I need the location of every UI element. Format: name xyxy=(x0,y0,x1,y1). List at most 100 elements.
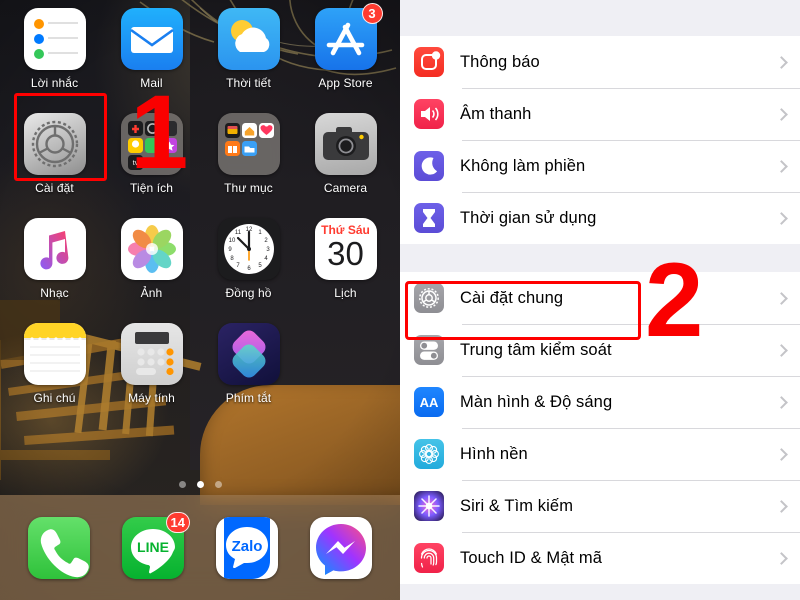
settings-row-screen-time[interactable]: Thời gian sử dụng xyxy=(400,192,800,244)
settings-group-two: Cài đặt chung Trung tâm kiểm soát AA Màn… xyxy=(400,272,800,584)
app-calculator[interactable]: Máy tính xyxy=(103,323,200,418)
app-label: Thời tiết xyxy=(226,76,271,90)
notifications-icon xyxy=(414,47,444,77)
sound-speaker-icon xyxy=(414,99,444,129)
ios-settings-screen: Thông báo Âm thanh Không làm phiền Thời … xyxy=(400,0,800,600)
chevron-right-icon xyxy=(775,343,788,357)
app-label: Thư mục xyxy=(224,181,273,195)
dock-app-messenger[interactable] xyxy=(310,516,372,579)
settings-row-sounds[interactable]: Âm thanh xyxy=(400,88,800,140)
chevron-right-icon xyxy=(775,107,788,121)
settings-row-do-not-disturb[interactable]: Không làm phiền xyxy=(400,140,800,192)
page-dot[interactable] xyxy=(214,481,222,488)
settings-row-label: Màn hình & Độ sáng xyxy=(460,392,613,411)
music-note-icon xyxy=(23,218,86,280)
chevron-right-icon xyxy=(775,55,788,69)
app-label: Ảnh xyxy=(140,286,163,300)
settings-row-touch-id-passcode[interactable]: Touch ID & Mật mã xyxy=(400,532,800,584)
app-notes[interactable]: Ghi chú xyxy=(6,323,103,418)
app-app-store[interactable]: 3 App Store xyxy=(297,3,394,103)
clock-icon: 12 1 2 345 678 9 10 11 xyxy=(217,218,280,280)
svg-text:Zalo: Zalo xyxy=(232,538,263,555)
settings-row-label: Không làm phiền xyxy=(460,156,586,175)
photos-flower-icon xyxy=(120,218,183,280)
app-label: App Store xyxy=(318,76,373,90)
mail-icon xyxy=(120,8,183,70)
app-music[interactable]: Nhạc xyxy=(6,218,103,313)
app-label: Máy tính xyxy=(128,391,175,405)
dock-app-phone[interactable] xyxy=(28,516,90,579)
app-grid: Lời nhắc Mail Thời tiết 3 App Store Cài … xyxy=(0,3,400,418)
dock: LINE 14 Zalo xyxy=(0,495,400,600)
messenger-icon xyxy=(310,516,372,579)
settings-row-label: Touch ID & Mật mã xyxy=(460,548,602,567)
app-camera[interactable]: Camera xyxy=(297,113,394,208)
app-label: Phím tắt xyxy=(225,391,272,405)
screen-time-hourglass-icon xyxy=(414,203,444,233)
app-shortcuts[interactable]: Phím tắt xyxy=(200,323,297,418)
calendar-day: 30 xyxy=(327,235,364,272)
settings-row-label: Thông báo xyxy=(460,52,540,71)
settings-row-notifications[interactable]: Thông báo xyxy=(400,36,800,88)
settings-row-general[interactable]: Cài đặt chung xyxy=(400,272,800,324)
aa-glyph: AA xyxy=(419,394,439,410)
chevron-right-icon xyxy=(775,211,788,225)
app-label: Nhạc xyxy=(40,286,69,300)
app-weather[interactable]: Thời tiết xyxy=(200,8,297,103)
chevron-right-icon xyxy=(775,159,788,173)
do-not-disturb-moon-icon xyxy=(414,151,444,181)
app-label: Đồng hồ xyxy=(225,286,272,300)
chevron-right-icon xyxy=(775,291,788,305)
control-center-toggles-icon xyxy=(414,335,444,365)
touch-id-fingerprint-icon xyxy=(414,543,444,573)
app-reminders[interactable]: Lời nhắc xyxy=(6,8,103,103)
chevron-right-icon xyxy=(775,395,788,409)
settings-row-label: Trung tâm kiểm soát xyxy=(460,340,612,359)
settings-row-control-center[interactable]: Trung tâm kiểm soát xyxy=(400,324,800,376)
weather-icon xyxy=(217,8,280,70)
settings-row-siri-search[interactable]: Siri & Tìm kiếm xyxy=(400,480,800,532)
app-calendar[interactable]: Thứ Sáu 30 Lịch xyxy=(297,218,394,313)
screenshot-root: Lời nhắc Mail Thời tiết 3 App Store Cài … xyxy=(0,0,800,600)
calendar-icon: Thứ Sáu 30 xyxy=(314,218,377,280)
chevron-right-icon xyxy=(775,499,788,513)
svg-text:12: 12 xyxy=(245,227,252,233)
settings-row-label: Thời gian sử dụng xyxy=(460,208,597,227)
wallpaper-flower-icon xyxy=(414,439,444,469)
chevron-right-icon xyxy=(775,447,788,461)
settings-row-display-brightness[interactable]: AA Màn hình & Độ sáng xyxy=(400,376,800,428)
step-marker-2: 2 xyxy=(645,242,704,359)
svg-text:11: 11 xyxy=(234,230,241,236)
svg-text:10: 10 xyxy=(228,238,235,244)
app-label: Lịch xyxy=(334,286,357,300)
phone-icon xyxy=(28,516,90,579)
settings-app-highlight-box xyxy=(14,93,107,181)
notes-icon xyxy=(23,323,86,385)
settings-row-label: Hình nền xyxy=(460,444,528,463)
app-label: Lời nhắc xyxy=(30,76,79,90)
app-label: Ghi chú xyxy=(33,391,76,405)
folder-thu-muc[interactable]: Thư mục xyxy=(200,113,297,208)
settings-row-label: Siri & Tìm kiếm xyxy=(460,496,574,515)
zalo-icon: Zalo xyxy=(216,516,278,579)
app-label: Camera xyxy=(323,181,368,195)
settings-group-one: Thông báo Âm thanh Không làm phiền Thời … xyxy=(400,36,800,244)
general-gear-icon xyxy=(414,283,444,313)
app-photos[interactable]: Ảnh xyxy=(103,218,200,313)
page-dot-active[interactable] xyxy=(196,481,204,488)
camera-icon xyxy=(314,113,377,175)
settings-row-wallpaper[interactable]: Hình nền xyxy=(400,428,800,480)
dock-app-zalo[interactable]: Zalo xyxy=(216,516,278,579)
svg-text:LINE: LINE xyxy=(137,539,169,555)
app-label: Cài đặt xyxy=(35,181,74,195)
calculator-icon xyxy=(120,323,183,385)
page-dots xyxy=(0,481,400,488)
reminders-icon xyxy=(23,8,86,70)
app-badge: 14 xyxy=(165,511,190,533)
settings-row-label: Âm thanh xyxy=(460,104,532,123)
page-dot[interactable] xyxy=(178,481,186,488)
app-badge: 3 xyxy=(361,3,383,24)
app-clock[interactable]: 12 1 2 345 678 9 10 11 Đồng hồ xyxy=(200,218,297,313)
display-brightness-aa-icon: AA xyxy=(414,387,444,417)
dock-app-line[interactable]: LINE 14 xyxy=(122,511,190,579)
